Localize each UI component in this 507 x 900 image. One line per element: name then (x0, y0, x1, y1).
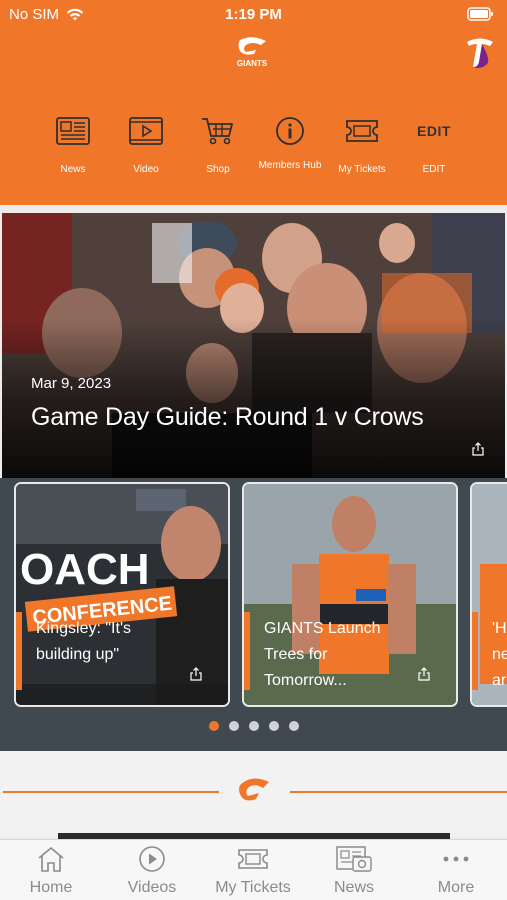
tab-my-tickets-label: My Tickets (215, 879, 291, 896)
edit-icon-text: EDIT (417, 123, 451, 139)
tab-news-label: News (333, 879, 374, 896)
tab-home-label: Home (29, 879, 73, 896)
hero-gradient (2, 213, 505, 478)
quick-nav-my-tickets-label: My Tickets (338, 164, 386, 175)
video-carousel[interactable]: OACH CONFERENCE Kingsley: "It's building… (0, 478, 507, 751)
newspaper-icon (56, 117, 90, 145)
pagination-dot[interactable] (288, 721, 299, 731)
hero-title[interactable]: Game Day Guide: Round 1 v Crows (31, 403, 424, 432)
telstra-logo[interactable] (465, 36, 495, 70)
shopping-cart-icon (202, 118, 233, 145)
card-title: 'H ne ar (492, 620, 507, 689)
tab-videos-label: Videos (127, 879, 177, 896)
quick-nav-shop-label: Shop (206, 164, 230, 175)
quick-nav-my-tickets[interactable]: My Tickets (327, 112, 397, 176)
share-icon[interactable] (189, 667, 203, 681)
more-icon (443, 856, 469, 862)
ticket-icon (238, 849, 268, 869)
clock: 1:19 PM (225, 6, 282, 23)
info-icon (276, 117, 304, 145)
card-title: GIANTS Launch Trees for Tomorrow... (264, 620, 381, 689)
ticket-icon (346, 120, 378, 142)
carousel-card[interactable]: 'H ne ar (470, 482, 507, 707)
pagination-dot[interactable] (248, 721, 259, 731)
header: No SIM 1:19 PM GIANTS News Video Shop Me… (0, 0, 507, 205)
section-divider (0, 751, 507, 837)
app-screen: No SIM 1:19 PM GIANTS News Video Shop Me… (0, 0, 507, 900)
divider-line-right (290, 791, 507, 793)
tab-bar: Home Videos My Tickets News More (0, 839, 507, 900)
carousel-card[interactable]: OACH CONFERENCE Kingsley: "It's building… (14, 482, 230, 707)
divider-line-left (3, 791, 219, 793)
pagination-dot[interactable] (228, 721, 239, 731)
card-title: Kingsley: "It's building up" (36, 620, 131, 663)
status-bar: No SIM 1:19 PM (0, 6, 507, 26)
svg-text:GIANTS: GIANTS (237, 59, 268, 68)
home-icon (38, 846, 64, 872)
share-icon[interactable] (417, 667, 431, 681)
tab-videos[interactable]: Videos (102, 844, 202, 897)
hero-date: Mar 9, 2023 (31, 375, 112, 392)
video-icon (129, 117, 163, 145)
card-accent-bar (244, 612, 250, 690)
news-icon (336, 846, 372, 872)
quick-nav-news-label: News (60, 164, 86, 175)
battery-icon (467, 7, 493, 21)
tab-more-label: More (437, 879, 475, 896)
quick-nav-video-label: Video (133, 164, 159, 175)
quick-nav: News Video Shop Members Hub My Tickets E… (0, 112, 507, 192)
tab-home[interactable]: Home (1, 844, 101, 897)
quick-nav-shop[interactable]: Shop (183, 112, 253, 176)
quick-nav-members-hub-label: Members Hub (258, 160, 322, 171)
tab-my-tickets[interactable]: My Tickets (203, 844, 303, 897)
tab-more[interactable]: More (406, 844, 506, 897)
quick-nav-edit-label: EDIT (422, 164, 446, 175)
play-circle-icon (139, 846, 165, 872)
share-icon[interactable] (471, 442, 485, 456)
pagination-dot[interactable] (208, 721, 219, 731)
quick-nav-news[interactable]: News (38, 112, 108, 176)
tab-news[interactable]: News (304, 844, 404, 897)
carousel-card[interactable]: GIANTS Launch Trees for Tomorrow... (242, 482, 458, 707)
card-accent-bar (16, 612, 22, 690)
hero-article[interactable]: Mar 9, 2023 Game Day Guide: Round 1 v Cr… (2, 213, 505, 478)
quick-nav-edit[interactable]: EDIT EDIT (399, 112, 469, 176)
giants-g-icon (239, 778, 269, 801)
quick-nav-members-hub[interactable]: Members Hub (255, 112, 325, 172)
giants-logo[interactable]: GIANTS (232, 36, 272, 68)
svg-text:OACH: OACH (20, 545, 150, 594)
carousel-pagination[interactable] (0, 718, 507, 736)
card-accent-bar (472, 612, 478, 690)
quick-nav-video[interactable]: Video (111, 112, 181, 176)
pagination-dot[interactable] (268, 721, 279, 731)
